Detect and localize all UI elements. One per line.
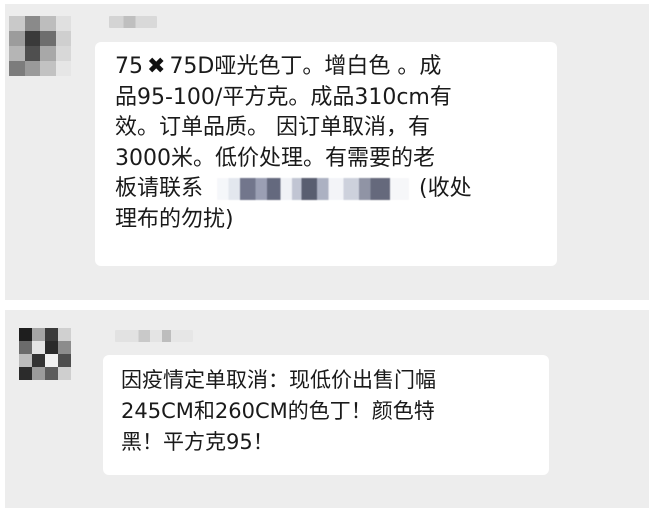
avatar-pixel: [24, 61, 40, 76]
avatar-pixel: [9, 16, 25, 31]
avatar-pixel: [55, 61, 71, 76]
avatar-pixel: [45, 341, 58, 354]
message-text-line: 品95-100/平方克。成品310cm有: [115, 84, 452, 110]
avatar-pixel: [45, 367, 58, 380]
message-text: 板请联系: [115, 176, 204, 201]
avatar-pixel: [32, 354, 45, 367]
avatar-pixel: [9, 46, 25, 61]
sender-name-blurred: [115, 330, 193, 342]
avatar-pixel: [58, 354, 71, 367]
avatar-pixel: [55, 46, 71, 61]
avatar-pixel: [45, 354, 58, 367]
sender-name-blurred: [109, 16, 157, 28]
avatar-pixel: [58, 328, 71, 341]
avatar-pixel: [45, 328, 58, 341]
avatar[interactable]: [9, 16, 71, 76]
chat-screen: 75 ✖ 75D哑光色丁。增白色 。成 品95-100/平方克。成品310cm有 效…: [0, 0, 654, 518]
avatar-pixel: [19, 341, 32, 354]
message-text-line: 3000米。低价处理。有需要的老: [115, 145, 435, 171]
message-text: 75D哑光色丁。增白色 。成: [169, 54, 442, 79]
avatar-pixel: [40, 61, 56, 76]
avatar-pixel: [32, 328, 45, 341]
message-text-line: 75 ✖ 75D哑光色丁。增白色 。成: [115, 52, 539, 83]
chat-message-2: 因疫情定单取消：现低价出售门幅 245CM和260CM的色丁！颜色特 黑！平方克…: [5, 310, 649, 508]
message-text-line: 因疫情定单取消：现低价出售门幅: [121, 368, 436, 392]
message-text-line: 理布的勿扰): [115, 206, 234, 232]
avatar-pixel: [40, 16, 56, 31]
message-text: (收处: [419, 176, 472, 201]
avatar-pixel: [32, 341, 45, 354]
avatar-pixel: [9, 31, 25, 46]
message-bubble[interactable]: 因疫情定单取消：现低价出售门幅 245CM和260CM的色丁！颜色特 黑！平方克…: [103, 355, 549, 475]
message-bubble[interactable]: 75 ✖ 75D哑光色丁。增白色 。成 品95-100/平方克。成品310cm有 效…: [95, 42, 557, 266]
avatar-pixel: [9, 61, 25, 76]
message-text-line: 245CM和260CM的色丁！颜色特: [121, 399, 435, 423]
message-text: 75: [115, 54, 143, 79]
avatar-pixel: [40, 31, 56, 46]
message-text-line: 黑！平方克95！: [121, 430, 274, 454]
avatar-pixel: [55, 16, 71, 31]
avatar-pixel: [32, 367, 45, 380]
message-text-line: 效。订单品质。 因订单取消，有: [115, 115, 430, 140]
avatar-pixel: [19, 367, 32, 380]
avatar[interactable]: [19, 328, 71, 380]
avatar-pixel: [55, 31, 71, 46]
avatar-pixel: [19, 354, 32, 367]
contact-info-blurred: [217, 178, 410, 200]
avatar-pixel: [40, 46, 56, 61]
avatar-pixel: [58, 367, 71, 380]
multiply-x-icon: ✖: [147, 54, 166, 79]
chat-message-1: 75 ✖ 75D哑光色丁。增白色 。成 品95-100/平方克。成品310cm有 效…: [5, 4, 649, 300]
message-text-line: 板请联系 (收处: [115, 174, 539, 205]
avatar-pixel: [58, 341, 71, 354]
avatar-pixel: [19, 328, 32, 341]
avatar-pixel: [24, 46, 40, 61]
avatar-pixel: [24, 31, 40, 46]
avatar-pixel: [24, 16, 40, 31]
